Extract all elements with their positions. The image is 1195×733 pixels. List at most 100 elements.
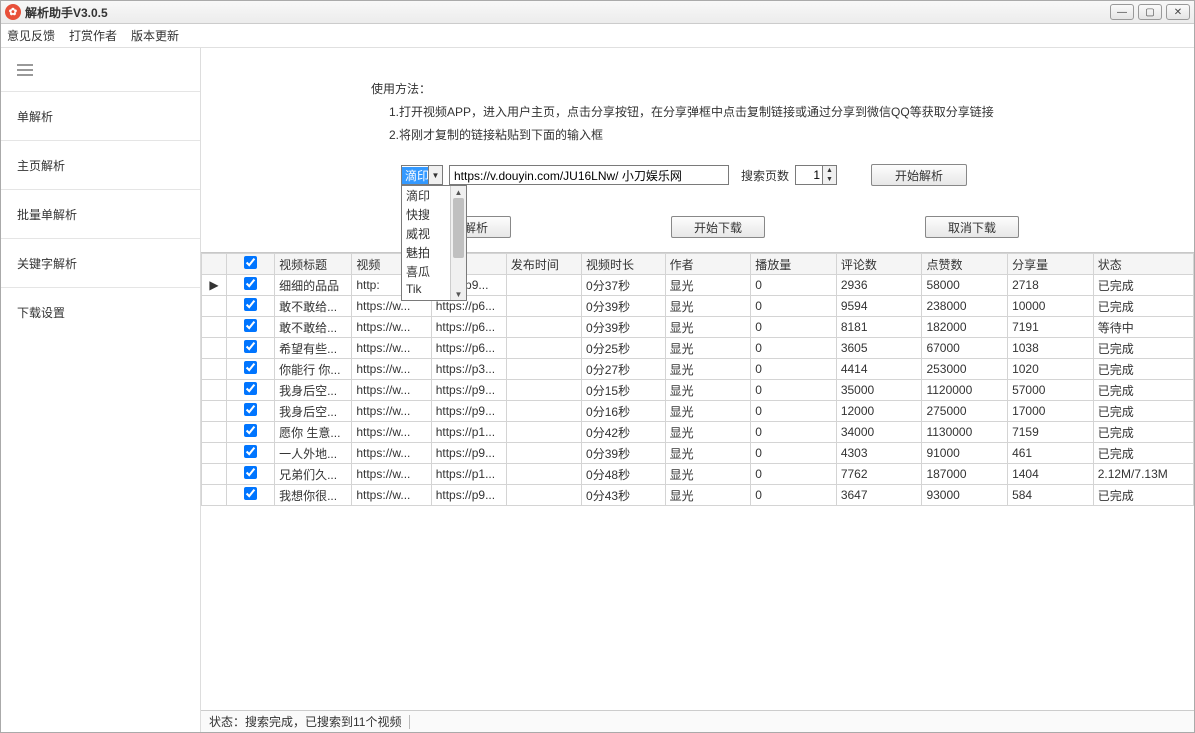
cell: 等待中 xyxy=(1093,317,1193,338)
menu-feedback[interactable]: 意见反馈 xyxy=(7,27,55,44)
menu-reward[interactable]: 打赏作者 xyxy=(69,27,117,44)
sidebar-item-batch[interactable]: 批量单解析 xyxy=(1,190,200,239)
table-row[interactable]: 你能行 你...https://w...https://p3...0分27秒显光… xyxy=(202,359,1194,380)
cancel-download-button[interactable]: 取消下载 xyxy=(925,216,1019,238)
cell: 12000 xyxy=(836,401,922,422)
column-header[interactable] xyxy=(227,254,275,275)
cell: 0 xyxy=(751,401,837,422)
row-checkbox[interactable] xyxy=(244,298,257,311)
cell: 0 xyxy=(751,296,837,317)
row-checkbox[interactable] xyxy=(244,466,257,479)
close-button[interactable]: ✕ xyxy=(1166,4,1190,20)
table-row[interactable]: 兄弟们久...https://w...https://p1...0分48秒显光0… xyxy=(202,464,1194,485)
cell: 0分39秒 xyxy=(582,296,666,317)
status-label: 状态： xyxy=(209,713,245,730)
window-title: 解析助手V3.0.5 xyxy=(25,4,1110,21)
row-checkbox[interactable] xyxy=(244,319,257,332)
sidebar-item-homepage[interactable]: 主页解析 xyxy=(1,141,200,190)
column-header[interactable]: 作者 xyxy=(665,254,751,275)
instructions-line2: 2.将刚才复制的链接粘贴到下面的输入框 xyxy=(371,124,1024,147)
column-header[interactable]: 点赞数 xyxy=(922,254,1008,275)
sidebar-item-single[interactable]: 单解析 xyxy=(1,92,200,141)
menubar: 意见反馈 打赏作者 版本更新 xyxy=(1,24,1194,48)
row-checkbox[interactable] xyxy=(244,361,257,374)
table-row[interactable]: 一人外地...https://w...https://p9...0分39秒显光0… xyxy=(202,443,1194,464)
minimize-button[interactable]: — xyxy=(1110,4,1134,20)
search-pages-spinner[interactable]: ▲▼ xyxy=(795,165,837,185)
row-checkbox[interactable] xyxy=(244,487,257,500)
cell xyxy=(506,359,581,380)
row-checkbox[interactable] xyxy=(244,403,257,416)
menu-update[interactable]: 版本更新 xyxy=(131,27,179,44)
cell: 0 xyxy=(751,485,837,506)
cell: https://w... xyxy=(352,359,431,380)
row-checkbox[interactable] xyxy=(244,424,257,437)
chevron-down-icon[interactable]: ▼ xyxy=(428,166,442,184)
table-row[interactable]: 我想你很...https://w...https://p9...0分43秒显光0… xyxy=(202,485,1194,506)
cell: 显光 xyxy=(665,338,751,359)
cell: 已完成 xyxy=(1093,380,1193,401)
search-pages-value[interactable] xyxy=(796,168,822,182)
column-header[interactable] xyxy=(202,254,227,275)
start-parse-button[interactable]: 开始解析 xyxy=(871,164,967,186)
spin-down-icon[interactable]: ▼ xyxy=(823,175,836,184)
table-row[interactable]: 我身后空...https://w...https://p9...0分15秒显光0… xyxy=(202,380,1194,401)
cell xyxy=(506,443,581,464)
source-combo[interactable]: 滴印 ▼ 滴印快搜威视魅拍喜瓜Tik滴印喜欢 ▲ ▼ xyxy=(401,165,443,185)
spin-up-icon[interactable]: ▲ xyxy=(823,166,836,175)
cell: https://p9... xyxy=(431,401,506,422)
hamburger-icon[interactable] xyxy=(1,48,200,92)
controls-row-1: 滴印 ▼ 滴印快搜威视魅拍喜瓜Tik滴印喜欢 ▲ ▼ 搜索页数 xyxy=(201,158,1194,186)
url-input[interactable] xyxy=(449,165,729,185)
cell: 显光 xyxy=(665,464,751,485)
cell: 0分42秒 xyxy=(582,422,666,443)
table-row[interactable]: 希望有些...https://w...https://p6...0分25秒显光0… xyxy=(202,338,1194,359)
table-row[interactable]: 我身后空...https://w...https://p9...0分16秒显光0… xyxy=(202,401,1194,422)
cell: 显光 xyxy=(665,401,751,422)
column-header[interactable]: 视频标题 xyxy=(275,254,352,275)
maximize-button[interactable]: ▢ xyxy=(1138,4,1162,20)
app-window: ✿ 解析助手V3.0.5 — ▢ ✕ 意见反馈 打赏作者 版本更新 单解析 主页… xyxy=(0,0,1195,733)
start-download-button[interactable]: 开始下载 xyxy=(671,216,765,238)
cell: 7762 xyxy=(836,464,922,485)
cell: 10000 xyxy=(1008,296,1094,317)
table-row[interactable]: 敢不敢给...https://w...https://p6...0分39秒显光0… xyxy=(202,296,1194,317)
row-checkbox[interactable] xyxy=(244,340,257,353)
cell: 显光 xyxy=(665,296,751,317)
column-header[interactable]: 分享量 xyxy=(1008,254,1094,275)
cell: 2718 xyxy=(1008,275,1094,296)
sidebar-item-keyword[interactable]: 关键字解析 xyxy=(1,239,200,288)
column-header[interactable]: 视频时长 xyxy=(582,254,666,275)
row-indicator xyxy=(202,296,227,317)
cell: 7191 xyxy=(1008,317,1094,338)
cell xyxy=(506,338,581,359)
row-indicator xyxy=(202,317,227,338)
cell: 0分15秒 xyxy=(582,380,666,401)
cell: 35000 xyxy=(836,380,922,401)
column-header[interactable]: 评论数 xyxy=(836,254,922,275)
sidebar-item-download[interactable]: 下载设置 xyxy=(1,288,200,337)
column-header[interactable]: 发布时间 xyxy=(506,254,581,275)
cell: 0分39秒 xyxy=(582,317,666,338)
cell xyxy=(506,401,581,422)
table-row[interactable]: 愿你 生意...https://w...https://p1...0分42秒显光… xyxy=(202,422,1194,443)
source-combo-value: 滴印 xyxy=(402,167,428,184)
row-checkbox[interactable] xyxy=(244,382,257,395)
cell: 希望有些... xyxy=(275,338,352,359)
cell: 0分43秒 xyxy=(582,485,666,506)
row-checkbox[interactable] xyxy=(244,445,257,458)
cell: 8181 xyxy=(836,317,922,338)
row-checkbox[interactable] xyxy=(244,277,257,290)
column-header[interactable]: 播放量 xyxy=(751,254,837,275)
table-row[interactable]: ▶细细的品品http:ttps://p9...0分37秒显光0293658000… xyxy=(202,275,1194,296)
dropdown-scrollbar[interactable]: ▲ ▼ xyxy=(450,186,466,300)
cell: 0分37秒 xyxy=(582,275,666,296)
cell: https://w... xyxy=(352,485,431,506)
column-header[interactable]: 状态 xyxy=(1093,254,1193,275)
table-row[interactable]: 敢不敢给...https://w...https://p6...0分39秒显光0… xyxy=(202,317,1194,338)
cell: https://w... xyxy=(352,338,431,359)
cell: https://w... xyxy=(352,422,431,443)
select-all-checkbox[interactable] xyxy=(244,256,257,269)
cell: 9594 xyxy=(836,296,922,317)
cell: 0 xyxy=(751,359,837,380)
